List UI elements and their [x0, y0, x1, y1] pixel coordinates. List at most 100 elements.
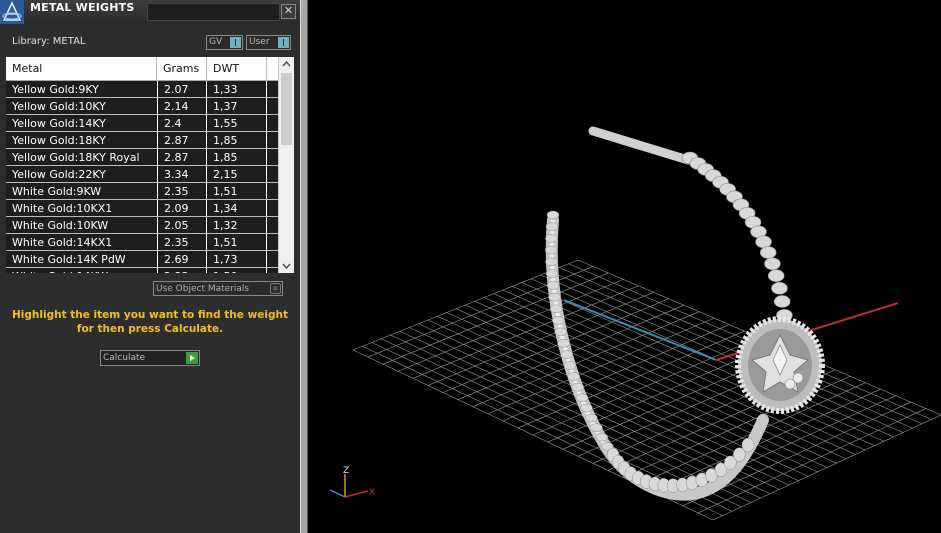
cell-spacer: [267, 166, 278, 182]
cell-dwt: 1,85: [207, 132, 266, 148]
flower-setting: [735, 316, 825, 414]
cell-spacer: [267, 234, 278, 250]
column-header-metal[interactable]: Metal: [6, 57, 157, 80]
table-row[interactable]: Yellow Gold:10KY 2.14 1,37: [6, 98, 278, 115]
cell-spacer: [267, 183, 278, 199]
cell-dwt: 1,51: [207, 183, 266, 199]
cell-metal: Yellow Gold:9KY: [6, 81, 157, 97]
play-arrow-icon: [186, 352, 198, 364]
scroll-down-arrow-icon[interactable]: [279, 258, 294, 273]
table-row[interactable]: Yellow Gold:18KY 2.87 1,85: [6, 132, 278, 149]
cell-grams: 2.87: [158, 132, 206, 148]
cell-metal: Yellow Gold:18KY Royal: [6, 149, 157, 165]
cell-metal: Yellow Gold:10KY: [6, 98, 157, 114]
bead: [563, 361, 577, 370]
cell-spacer: [267, 98, 278, 114]
grid-line: [540, 274, 904, 433]
bead: [590, 423, 603, 432]
viewport-canvas: Z X: [329, 126, 941, 521]
instructions-line-2: for then press Calculate.: [76, 323, 224, 335]
table-scrollbar[interactable]: [278, 57, 294, 273]
close-button[interactable]: ✕: [281, 4, 296, 19]
cell-metal: White Gold:10KX1: [6, 200, 157, 216]
bead: [571, 382, 584, 392]
cell-metal: White Gold:10KW: [6, 217, 157, 233]
column-header-grams[interactable]: Grams: [157, 57, 207, 80]
metal-weights-panel: METAL WEIGHTS ✕ Library: METAL GV User M…: [0, 0, 300, 533]
cell-grams: 2.09: [158, 200, 206, 216]
cell-dwt: 1,50: [207, 268, 266, 273]
3d-viewport[interactable]: Z X: [308, 0, 941, 533]
bead: [554, 327, 567, 337]
cell-dwt: 1,32: [207, 217, 266, 233]
table-row[interactable]: White Gold:14K PdW 2.69 1,73: [6, 251, 278, 268]
bead: [595, 432, 608, 442]
bead: [545, 257, 558, 267]
cell-dwt: 1,73: [207, 251, 266, 267]
cell-spacer: [267, 81, 278, 97]
table-row[interactable]: White Gold:9KW 2.35 1,51: [6, 183, 278, 200]
table-row[interactable]: Yellow Gold:14KY 2.4 1,55: [6, 115, 278, 132]
table-row[interactable]: White Gold:10KX1 2.09 1,34: [6, 200, 278, 217]
cell-spacer: [267, 251, 278, 267]
table-body: Yellow Gold:9KY 2.07 1,33 Yellow Gold:10KY 2…: [6, 81, 278, 273]
filter-user-toggle[interactable]: User: [246, 35, 291, 50]
calculate-label: Calculate: [103, 353, 146, 363]
cell-metal: Yellow Gold:22KY: [6, 166, 157, 182]
table-row[interactable]: Yellow Gold:9KY 2.07 1,33: [6, 81, 278, 98]
table-row[interactable]: Yellow Gold:18KY Royal 2.87 1,85: [6, 149, 278, 166]
bead: [557, 339, 570, 348]
cell-metal: White Gold:9KW: [6, 183, 157, 199]
instructions-text: Highlight the item you want to find the …: [10, 308, 290, 336]
cell-grams: 2.14: [158, 98, 206, 114]
cell-metal: White Gold:14KW: [6, 268, 157, 273]
bead: [560, 350, 573, 359]
table-header: Metal Grams DWT: [6, 57, 278, 81]
cell-dwt: 1,55: [207, 115, 266, 131]
bead: [773, 295, 791, 308]
scroll-up-arrow-icon[interactable]: [279, 57, 294, 72]
cell-grams: 2.69: [158, 251, 206, 267]
cell-spacer: [267, 217, 278, 233]
cell-metal: White Gold:14KX1: [6, 234, 157, 250]
cell-dwt: 1,85: [207, 149, 266, 165]
toggle-indicator-icon: [278, 37, 289, 48]
cell-spacer: [267, 268, 278, 273]
panel-titlebar[interactable]: METAL WEIGHTS ✕: [0, 0, 300, 24]
panel-splitter[interactable]: [300, 0, 308, 533]
table-row[interactable]: Yellow Gold:22KY 3.34 2,15: [6, 166, 278, 183]
bead: [546, 210, 560, 220]
bead: [567, 372, 580, 381]
cell-grams: 2.05: [158, 217, 206, 233]
bead: [580, 403, 593, 413]
bead: [545, 234, 558, 243]
bead: [546, 281, 560, 290]
bead: [741, 437, 755, 453]
bead: [545, 222, 559, 231]
cell-grams: 2.07: [158, 81, 206, 97]
cell-grams: 2.87: [158, 149, 206, 165]
table-row[interactable]: White Gold:10KW 2.05 1,32: [6, 217, 278, 234]
scrollbar-thumb[interactable]: [281, 73, 292, 145]
cell-grams: 3.34: [158, 166, 206, 182]
calculate-button[interactable]: Calculate: [100, 350, 200, 366]
bead: [548, 292, 561, 302]
title-tab-area: [147, 3, 280, 21]
column-header-dwt[interactable]: DWT: [207, 57, 267, 80]
metal-table: Metal Grams DWT Yellow Gold:9KY 2.07 1,33 Y…: [6, 57, 294, 273]
bead: [764, 257, 781, 271]
table-row[interactable]: White Gold:14KW2.331,50: [6, 268, 278, 273]
bead: [575, 393, 589, 402]
bead: [585, 413, 598, 423]
cell-dwt: 1,51: [207, 234, 266, 250]
cell-grams: 2.33: [158, 268, 206, 273]
filter-gv-toggle[interactable]: GV: [206, 35, 243, 50]
use-object-materials-toggle[interactable]: Use Object Materials: [153, 281, 283, 296]
cell-spacer: [267, 132, 278, 148]
bead: [767, 269, 785, 282]
gizmo-z-label: Z: [343, 466, 349, 476]
table-row[interactable]: White Gold:14KX1 2.35 1,51: [6, 234, 278, 251]
bead: [552, 316, 565, 325]
cell-spacer: [267, 115, 278, 131]
cell-grams: 2.35: [158, 234, 206, 250]
